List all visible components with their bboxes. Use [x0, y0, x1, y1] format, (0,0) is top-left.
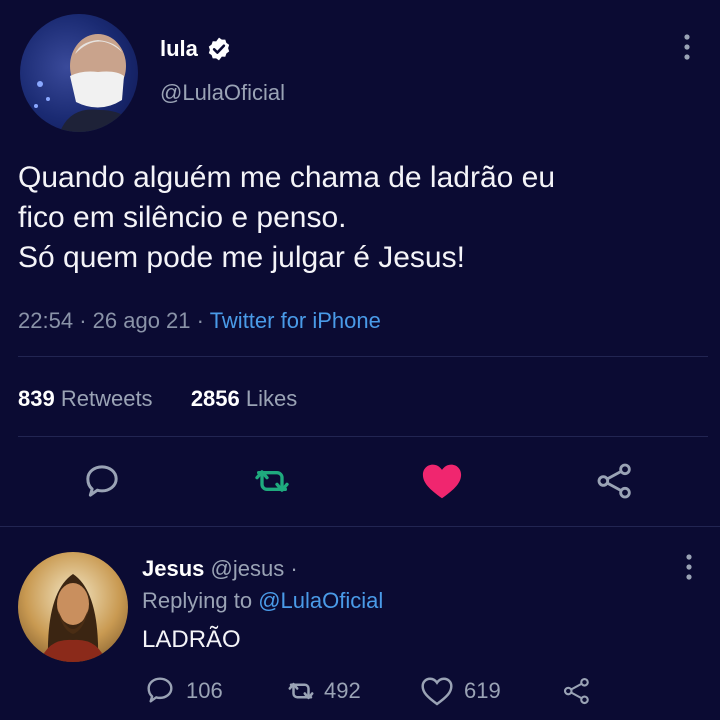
tweet-text-line: Só quem pode me julgar é Jesus! — [18, 241, 465, 274]
reply-retweet-count: 492 — [324, 678, 361, 703]
reply-bubble-icon[interactable] — [144, 674, 176, 706]
tweet-time: 22:54 — [18, 308, 74, 333]
retweets-count: 839 — [18, 386, 55, 411]
lula-avatar-image — [34, 34, 138, 132]
reply-author-avatar[interactable] — [18, 552, 128, 662]
replying-to: Replying to @LulaOficial — [142, 588, 383, 614]
reply-author-name[interactable]: Jesus — [142, 556, 204, 581]
verified-badge-icon — [208, 37, 230, 61]
divider — [0, 526, 720, 527]
tweet-text-line: Quando alguém me chama de ladrão eu — [18, 161, 556, 194]
share-icon[interactable] — [562, 676, 592, 706]
retweets-stat[interactable]: 839 Retweets — [18, 386, 159, 411]
tweet-text-line: fico em silêncio e penso. — [18, 201, 347, 234]
tweet-meta: 22:54 · 26 ago 21 · Twitter for iPhone — [18, 308, 381, 333]
retweet-icon[interactable] — [250, 461, 294, 501]
likes-label: Likes — [245, 386, 298, 411]
heart-icon[interactable] — [420, 461, 464, 501]
reply-author-handle[interactable]: @jesus · — [211, 556, 298, 581]
author-name[interactable]: lula — [160, 36, 198, 62]
likes-count: 2856 — [190, 386, 240, 411]
tweet-stats: 839 Retweets 2856 Likes — [18, 386, 297, 412]
likes-stat[interactable]: 2856 Likes — [191, 386, 297, 411]
reply-count: 106 — [186, 678, 223, 703]
tweet-date: 26 ago 21 — [92, 308, 191, 333]
retweets-label: Retweets — [60, 386, 153, 411]
author-handle[interactable]: @LulaOficial — [160, 80, 285, 106]
author-avatar[interactable] — [20, 14, 138, 132]
replying-to-prefix: Replying to — [142, 588, 253, 613]
more-vertical-icon[interactable] — [681, 33, 693, 63]
reply-bubble-icon[interactable] — [82, 461, 122, 501]
jesus-avatar-image — [40, 574, 106, 662]
reply-like-count: 619 — [464, 678, 501, 703]
tweet-source[interactable]: Twitter for iPhone — [210, 308, 381, 333]
divider — [18, 356, 708, 357]
tweet-text: Quando alguém me chama de ladrão eu fico… — [18, 158, 708, 278]
replying-to-handle[interactable]: @LulaOficial — [258, 588, 383, 613]
reply-header: Jesus @jesus · — [142, 556, 298, 582]
retweet-icon[interactable] — [284, 676, 318, 706]
more-vertical-icon[interactable] — [683, 553, 695, 583]
reply-text: LADRÃO — [142, 626, 241, 653]
share-icon[interactable] — [595, 461, 635, 501]
divider — [18, 436, 708, 437]
heart-outline-icon[interactable] — [420, 676, 454, 706]
